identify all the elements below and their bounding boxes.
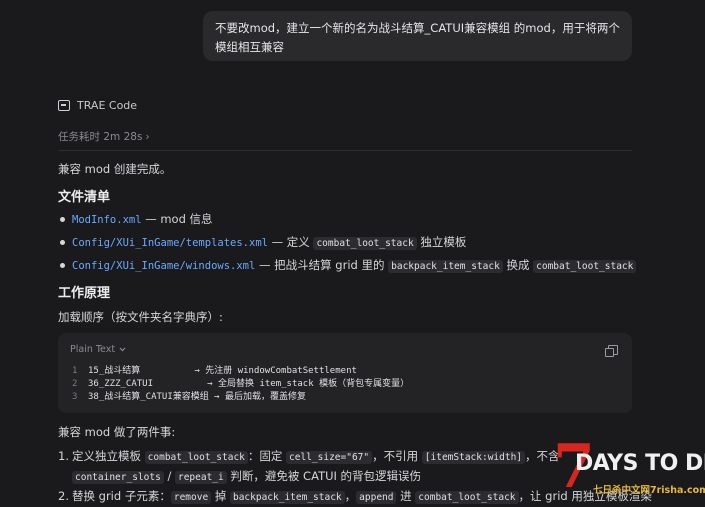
inline-code: repeat_i: [174, 471, 227, 484]
inline-code: combat_loot_stack: [415, 491, 519, 504]
file-link-modinfo[interactable]: ModInfo.xml: [72, 214, 142, 226]
principle-heading: 工作原理: [58, 286, 111, 301]
files-heading: 文件清单: [58, 190, 111, 205]
file-desc: — mod 信息: [141, 212, 213, 226]
watermark-logo: 7 DAYS TO DIE 七日杀中文网7risha.com: [553, 437, 705, 503]
file-link-templates[interactable]: Config/XUi_InGame/templates.xml: [72, 237, 268, 249]
code-language-label: Plain Text: [70, 344, 116, 355]
trae-logo-icon: [58, 100, 70, 111]
step-text: /: [163, 469, 175, 483]
inline-code: container_slots: [72, 471, 164, 484]
line-number: 2: [72, 379, 78, 389]
step-text: 替换 grid 子元素：: [72, 489, 171, 503]
file-desc: — 把战斗结算 grid 里的: [255, 258, 389, 272]
task-duration-toggle[interactable]: 任务耗时 2m 28s ›: [58, 129, 150, 144]
assistant-header: TRAE Code: [58, 99, 137, 112]
summary-text: 兼容 mod 创建完成。: [58, 162, 172, 176]
step-text: ，不引用: [372, 449, 422, 463]
code-line: 2 36_ZZZ_CATUI → 全局替换 item_stack 模板（背包专属…: [72, 378, 409, 391]
line-content: 38_战斗结算_CATUI兼容模组 → 最后加载，覆盖修复: [88, 392, 307, 402]
step-text: 判断，避免被 CATUI 的背包逻辑误伤: [226, 469, 422, 483]
step-text: 掉: [211, 489, 230, 503]
step-text: ，: [344, 489, 357, 503]
inline-code: combat_loot_stack: [313, 237, 417, 250]
list-item: ModInfo.xml — mod 信息: [58, 209, 636, 232]
code-block: Plain Text 1 15_战斗结算 → 先注册 windowCombatS…: [58, 333, 632, 413]
inline-code: remove: [170, 491, 212, 504]
code-lines: 1 15_战斗结算 → 先注册 windowCombatSettlement 2…: [72, 365, 409, 404]
list-item: Config/XUi_InGame/templates.xml — 定义 com…: [58, 232, 636, 255]
inline-code: [itemStack:width]: [421, 451, 526, 464]
load-order-label: 加载顺序（按文件夹名字典序）:: [58, 310, 223, 324]
step-text: 定义独立模板: [72, 449, 145, 463]
inline-code: append: [356, 491, 397, 504]
code-line: 1 15_战斗结算 → 先注册 windowCombatSettlement: [72, 365, 409, 378]
divider: [58, 150, 632, 151]
step-number: 2.: [58, 489, 69, 503]
line-number: 3: [72, 392, 78, 402]
watermark-site: 七日杀中文网7risha.com: [593, 485, 705, 496]
line-content: 15_战斗结算 → 先注册 windowCombatSettlement: [88, 366, 357, 376]
inline-code: backpack_item_stack: [229, 491, 345, 504]
code-line: 3 38_战斗结算_CATUI兼容模组 → 最后加载，覆盖修复: [72, 391, 409, 404]
step-number: 1.: [58, 449, 69, 463]
code-language-selector[interactable]: Plain Text: [70, 344, 126, 355]
inline-code: cell_size="67": [286, 451, 373, 464]
list-item: Config/XUi_InGame/windows.xml — 把战斗结算 gr…: [58, 255, 637, 278]
file-list: ModInfo.xml — mod 信息 Config/XUi_InGame/t…: [58, 209, 637, 278]
file-desc: 独立模板: [416, 235, 467, 249]
file-link-windows[interactable]: Config/XUi_InGame/windows.xml: [72, 260, 255, 272]
copy-icon[interactable]: [605, 345, 618, 357]
inline-code: combat_loot_stack: [533, 260, 637, 273]
chevron-down-icon: [119, 347, 126, 352]
inline-code: backpack_item_stack: [388, 260, 503, 273]
step-text: 进: [396, 489, 416, 503]
task-duration-text: 任务耗时 2m 28s: [58, 131, 143, 143]
watermark-title: DAYS TO DIE: [575, 451, 705, 476]
user-message-bubble: 不要改mod，建立一个新的名为战斗结算_CATUI兼容模组 的mod，用于将两个…: [203, 11, 632, 61]
line-content: 36_ZZZ_CATUI → 全局替换 item_stack 模板（背包专属变量…: [88, 379, 410, 389]
line-number: 1: [72, 366, 78, 376]
file-desc: 换成: [502, 258, 534, 272]
file-desc: — 定义: [267, 235, 314, 249]
inline-code: combat_loot_stack: [144, 451, 248, 464]
user-message-text: 不要改mod，建立一个新的名为战斗结算_CATUI兼容模组 的mod，用于将两个…: [215, 21, 620, 54]
assistant-name: TRAE Code: [77, 99, 138, 112]
step-text: ：固定: [247, 449, 287, 463]
chevron-right-icon: ›: [145, 130, 150, 143]
two-things-text: 兼容 mod 做了两件事:: [58, 425, 176, 439]
